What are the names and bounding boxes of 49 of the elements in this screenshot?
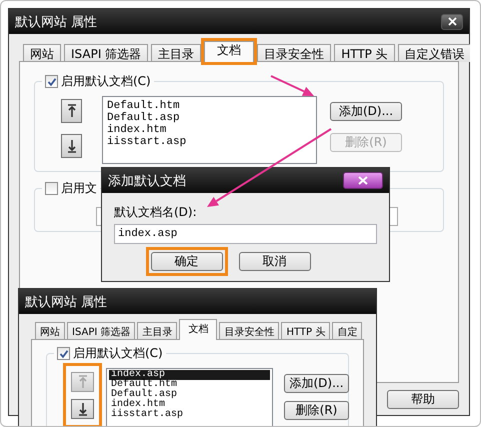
up-arrow-icon bbox=[66, 104, 76, 118]
ok-button[interactable]: 确定 bbox=[150, 252, 222, 271]
window-title: 默认网站 属性 bbox=[15, 14, 98, 30]
list-item[interactable]: iisstart.asp bbox=[105, 136, 314, 148]
add-button[interactable]: 添加(D)... bbox=[284, 374, 349, 393]
list-item[interactable]: Default.htm bbox=[105, 100, 314, 112]
cancel-button[interactable]: 取消 bbox=[238, 252, 310, 271]
tab[interactable]: 网站 bbox=[35, 322, 65, 340]
field-label: 默认文档名(D): bbox=[114, 204, 197, 221]
tab[interactable]: 目录安全性 bbox=[257, 44, 332, 62]
input-field[interactable]: index.asp bbox=[114, 224, 377, 244]
checkbox[interactable] bbox=[57, 347, 70, 360]
move-down-button[interactable] bbox=[61, 134, 82, 158]
close-button[interactable] bbox=[343, 172, 383, 189]
checkbox[interactable] bbox=[45, 182, 58, 195]
move-down-button[interactable] bbox=[71, 399, 94, 419]
tab[interactable]: 自定义错误 bbox=[398, 44, 470, 62]
list-item[interactable]: iisstart.asp bbox=[109, 410, 270, 420]
down-arrow-icon bbox=[66, 139, 76, 153]
list-item[interactable]: Default.htm bbox=[109, 380, 270, 390]
up-arrow-icon bbox=[78, 375, 88, 389]
close-icon bbox=[358, 176, 368, 185]
list-item[interactable]: Default.asp bbox=[109, 390, 270, 400]
move-up-button[interactable] bbox=[61, 99, 82, 123]
arrow bbox=[270, 75, 314, 96]
dialog-title: 添加默认文档 bbox=[108, 172, 186, 190]
list-item[interactable]: Default.asp bbox=[105, 112, 314, 124]
tab[interactable]: ISAPI 筛选器 bbox=[67, 322, 136, 340]
tab[interactable]: 目录安全性 bbox=[219, 322, 280, 340]
help-button[interactable]: 帮助 bbox=[387, 390, 459, 409]
tab[interactable]: HTTP 头 bbox=[334, 44, 395, 62]
tab[interactable]: ISAPI 筛选器 bbox=[64, 44, 148, 62]
tab[interactable]: 文档 bbox=[179, 319, 218, 340]
down-arrow-icon bbox=[78, 402, 88, 416]
tab[interactable]: 网站 bbox=[23, 44, 61, 62]
add-button[interactable]: 添加(D)... bbox=[330, 102, 402, 121]
list-item[interactable]: index.htm bbox=[105, 124, 314, 136]
close-button[interactable] bbox=[441, 14, 463, 30]
tab[interactable]: 自定 bbox=[332, 322, 362, 340]
list-item[interactable]: index.htm bbox=[109, 400, 270, 410]
remove-button[interactable]: 删除(R) bbox=[284, 401, 349, 420]
close-icon bbox=[448, 17, 456, 26]
tab[interactable]: 文档 bbox=[204, 41, 254, 62]
tab[interactable]: 主目录 bbox=[137, 322, 178, 340]
list-item[interactable]: index.asp bbox=[109, 370, 270, 380]
tab[interactable]: 主目录 bbox=[151, 44, 202, 62]
window-title: 默认网站 属性 bbox=[25, 294, 108, 310]
tab[interactable]: HTTP 头 bbox=[281, 322, 330, 340]
checkbox[interactable] bbox=[45, 75, 58, 88]
